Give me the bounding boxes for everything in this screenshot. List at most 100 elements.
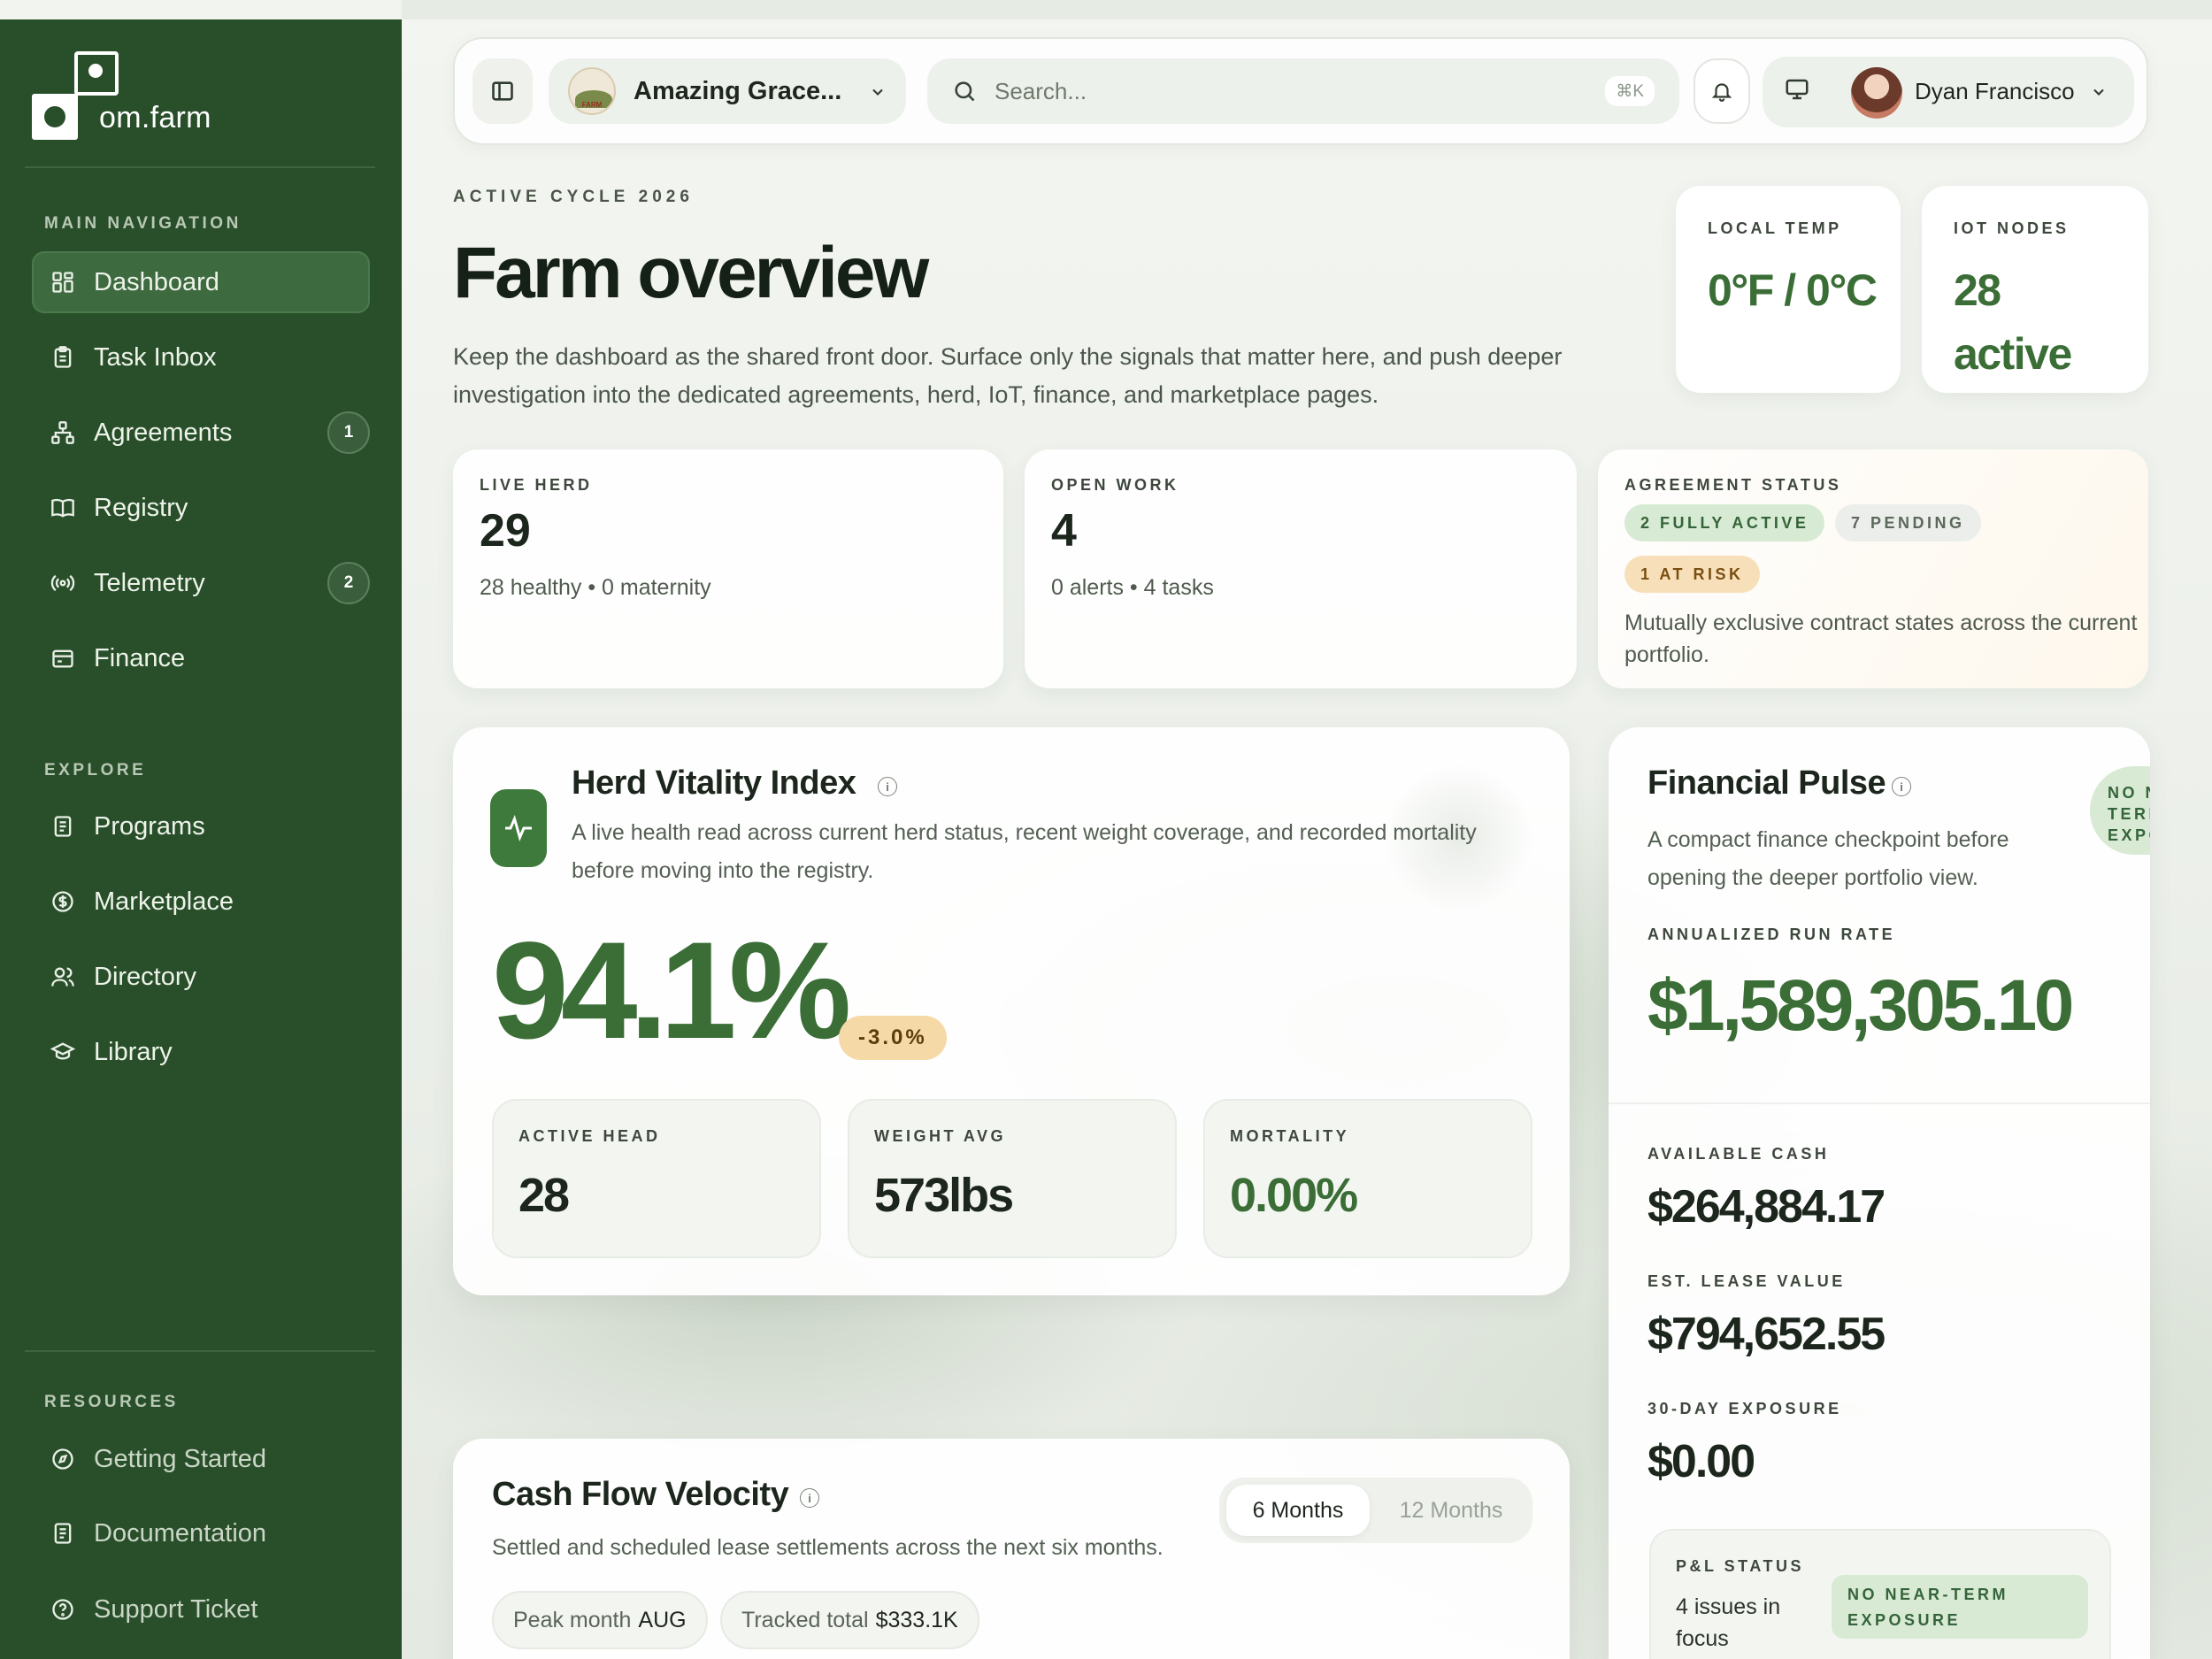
graduation-icon: [50, 1039, 76, 1065]
info-icon[interactable]: i: [800, 1488, 819, 1508]
open-work-card[interactable]: OPEN WORK 4 0 alerts • 4 tasks: [1025, 449, 1577, 688]
count-badge: 1: [327, 411, 370, 454]
toggle-sidebar-button[interactable]: [472, 58, 533, 124]
top-bar: FARM Amazing Grace... Search... ⌘K Dyan …: [453, 37, 2148, 145]
sidebar: om.farm MAIN NAVIGATION Dashboard Task I…: [0, 19, 402, 1659]
sidebar-item-getting-started[interactable]: Getting Started: [32, 1428, 370, 1490]
agreement-status-card[interactable]: AGREEMENT STATUS 2 FULLY ACTIVE 7 PENDIN…: [1598, 449, 2148, 688]
metric-value: 0.00%: [1230, 1169, 1358, 1222]
sidebar-item-dashboard[interactable]: Dashboard: [32, 251, 370, 313]
sidebar-item-registry[interactable]: Registry: [32, 477, 370, 539]
sidebar-item-label: Directory: [94, 962, 197, 991]
sidebar-item-support-ticket[interactable]: Support Ticket: [32, 1578, 370, 1640]
stat-value: 28 active: [1954, 265, 2072, 379]
panel-description: A compact finance checkpoint before open…: [1647, 827, 2009, 890]
metric-label: ACTIVE HEAD: [518, 1127, 661, 1145]
bell-icon: [1711, 83, 1732, 102]
panel-title: Cash Flow Velocity: [492, 1476, 789, 1513]
sidebar-item-label: Telemetry: [94, 568, 205, 597]
period-toggle: 6 Months 12 Months: [1219, 1478, 1532, 1543]
user-menu[interactable]: Dyan Francisco: [1763, 57, 2134, 127]
sidebar-item-label: Task Inbox: [94, 342, 217, 372]
notifications-button[interactable]: [1694, 58, 1750, 124]
panel-description: A live health read across current herd s…: [572, 820, 1477, 883]
sidebar-item-marketplace[interactable]: Marketplace: [32, 871, 370, 933]
sidebar-item-agreements[interactable]: Agreements 1: [32, 402, 370, 464]
brand-name[interactable]: om.farm: [99, 101, 211, 135]
card-label: LIVE HERD: [480, 476, 593, 494]
document-icon: [50, 813, 76, 840]
sidebar-item-library[interactable]: Library: [32, 1021, 370, 1083]
sidebar-item-telemetry[interactable]: Telemetry 2: [32, 552, 370, 614]
search-icon: [955, 81, 975, 102]
financial-pulse-panel: Financial Pulse i NO NEAR-TERM EXPOSURE …: [1609, 727, 2150, 1659]
tab-12-months[interactable]: 12 Months: [1377, 1485, 1525, 1536]
herd-vitality-panel: Herd Vitality Index i A live health read…: [453, 727, 1570, 1295]
sidebar-item-task-inbox[interactable]: Task Inbox: [32, 326, 370, 388]
sidebar-item-programs[interactable]: Programs: [32, 795, 370, 857]
pill-value: $333.1K: [875, 1607, 958, 1632]
metric-weight-avg: WEIGHT AVG 573lbs: [848, 1099, 1177, 1258]
info-icon[interactable]: i: [1892, 777, 1911, 796]
pl-status-text: 4 issues in focus: [1676, 1594, 1781, 1651]
farm-selector[interactable]: FARM Amazing Grace...: [549, 58, 906, 124]
card-subtext: 28 healthy • 0 maternity: [480, 575, 711, 600]
pl-status-label: P&L STATUS: [1676, 1557, 1805, 1575]
tracked-total-pill: Tracked total $333.1K: [720, 1591, 979, 1649]
wallet-icon: [50, 645, 76, 672]
top-strip: [402, 0, 2212, 19]
chevron-down-icon: [2093, 88, 2104, 96]
avatar: [1851, 67, 1902, 119]
stat-label: LOCAL TEMP: [1708, 219, 1842, 237]
live-herd-card[interactable]: LIVE HERD 29 28 healthy • 0 maternity: [453, 449, 1003, 688]
sidebar-item-directory[interactable]: Directory: [32, 946, 370, 1008]
divider: [1609, 1102, 2150, 1104]
sidebar-toggle-icon: [492, 81, 513, 101]
chevron-down-icon: [872, 88, 883, 96]
pill-label: Tracked total: [741, 1607, 869, 1632]
farm-logo: FARM: [568, 67, 616, 115]
sidebar-item-documentation[interactable]: Documentation: [32, 1502, 370, 1564]
help-icon: [50, 1596, 76, 1623]
card-value: 4: [1051, 505, 1077, 557]
available-cash-label: AVAILABLE CASH: [1647, 1145, 1830, 1163]
monitor-icon[interactable]: [1784, 76, 1810, 103]
stat-value: 0°F / 0°C: [1708, 265, 1878, 315]
sidebar-item-label: Dashboard: [94, 267, 219, 296]
metric-label: WEIGHT AVG: [874, 1127, 1006, 1145]
iot-nodes-card: IOT NODES 28 active: [1922, 186, 2148, 393]
info-icon[interactable]: i: [878, 777, 897, 796]
exposure-tag: NO NEAR-TERM EXPOSURE: [2090, 766, 2150, 855]
metric-active-head: ACTIVE HEAD 28: [492, 1099, 821, 1258]
card-label: OPEN WORK: [1051, 476, 1179, 494]
card-value: 29: [480, 505, 531, 557]
count-badge: 2: [327, 562, 370, 604]
panel-description: Settled and scheduled lease settlements …: [492, 1535, 1164, 1560]
stat-label: IOT NODES: [1954, 219, 2070, 237]
run-rate-label: ANNUALIZED RUN RATE: [1647, 926, 1896, 943]
sidebar-item-label: Finance: [94, 643, 186, 672]
sidebar-item-label: Marketplace: [94, 887, 234, 916]
vitality-value: 94.1%: [492, 914, 851, 1068]
local-temp-card: LOCAL TEMP 0°F / 0°C: [1676, 186, 1901, 393]
status-badge: NO NEAR-TERM EXPOSURE: [1832, 1575, 2088, 1639]
explore-heading: EXPLORE: [44, 761, 147, 780]
dollar-circle-icon: [50, 888, 76, 915]
resources-heading: RESOURCES: [44, 1393, 179, 1411]
sidebar-item-label: Agreements: [94, 418, 233, 447]
card-subtext: 0 alerts • 4 tasks: [1051, 575, 1214, 600]
pill-label: Peak month: [513, 1607, 632, 1632]
cash-flow-panel: Cash Flow Velocity i Settled and schedul…: [453, 1439, 1570, 1659]
farm-name: Amazing Grace...: [634, 76, 842, 105]
divider: [25, 1350, 375, 1352]
signal-icon: [50, 570, 76, 596]
shortcut-hint: ⌘K: [1605, 76, 1655, 106]
lease-value-label: EST. LEASE VALUE: [1647, 1272, 1846, 1290]
search-input[interactable]: Search... ⌘K: [927, 58, 1679, 124]
sidebar-item-finance[interactable]: Finance: [32, 627, 370, 689]
clipboard-icon: [50, 344, 76, 371]
delta-badge: -3.0%: [839, 1016, 947, 1060]
tab-6-months[interactable]: 6 Months: [1226, 1485, 1370, 1536]
exposure-label: 30-DAY EXPOSURE: [1647, 1400, 1842, 1417]
sidebar-item-label: Programs: [94, 811, 205, 841]
